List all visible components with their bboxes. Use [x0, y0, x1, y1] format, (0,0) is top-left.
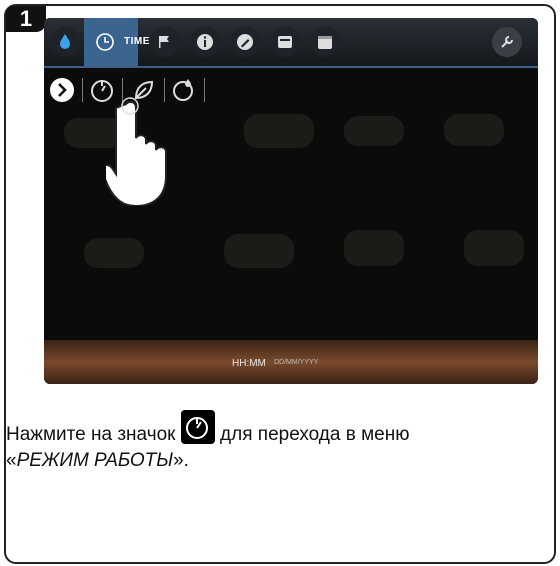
- ghost-recipe-tile: [344, 230, 404, 266]
- instruction-caption: Нажмите на значок для перехода в меню «Р…: [6, 410, 556, 474]
- step-badge: 1: [6, 6, 46, 32]
- card-icon[interactable]: [270, 27, 300, 57]
- device-screen: TIME HH:MM DD/MM/YYYY: [44, 18, 538, 384]
- ghost-recipe-tile: [84, 238, 144, 268]
- ghost-recipe-tile: [344, 116, 404, 146]
- caption-quote-open: «: [6, 450, 17, 471]
- caption-quote-close: ».: [173, 450, 189, 471]
- pointing-hand-icon: [106, 97, 167, 206]
- separator: [204, 78, 205, 102]
- flag-icon[interactable]: [150, 27, 180, 57]
- ghost-recipe-tile: [444, 114, 504, 146]
- pen-icon[interactable]: [230, 27, 260, 57]
- mode-name: РЕЖИМ РАБОТЫ: [16, 450, 174, 471]
- clock-mode-icon: [180, 410, 215, 444]
- ghost-recipe-tile: [464, 230, 524, 266]
- caption-text-before: Нажмите на значок: [6, 424, 181, 445]
- ghost-recipe-tile: [224, 234, 294, 268]
- status-date: DD/MM/YYYY: [274, 359, 319, 366]
- calendar-icon[interactable]: [310, 27, 340, 57]
- time-tab-label: TIME: [124, 36, 150, 47]
- drop-icon[interactable]: [50, 27, 80, 57]
- status-time: HH:MM: [232, 358, 266, 369]
- status-bar: HH:MM DD/MM/YYYY: [44, 340, 538, 384]
- separator: [82, 78, 83, 102]
- chevron-right-icon[interactable]: [48, 76, 76, 104]
- wrench-icon[interactable]: [492, 27, 522, 57]
- info-icon[interactable]: [190, 27, 220, 57]
- ghost-recipe-tile: [244, 114, 314, 148]
- top-menu-bar: TIME: [44, 18, 538, 68]
- clock-icon[interactable]: [90, 27, 120, 57]
- caption-text-after: для перехода в меню: [214, 424, 410, 445]
